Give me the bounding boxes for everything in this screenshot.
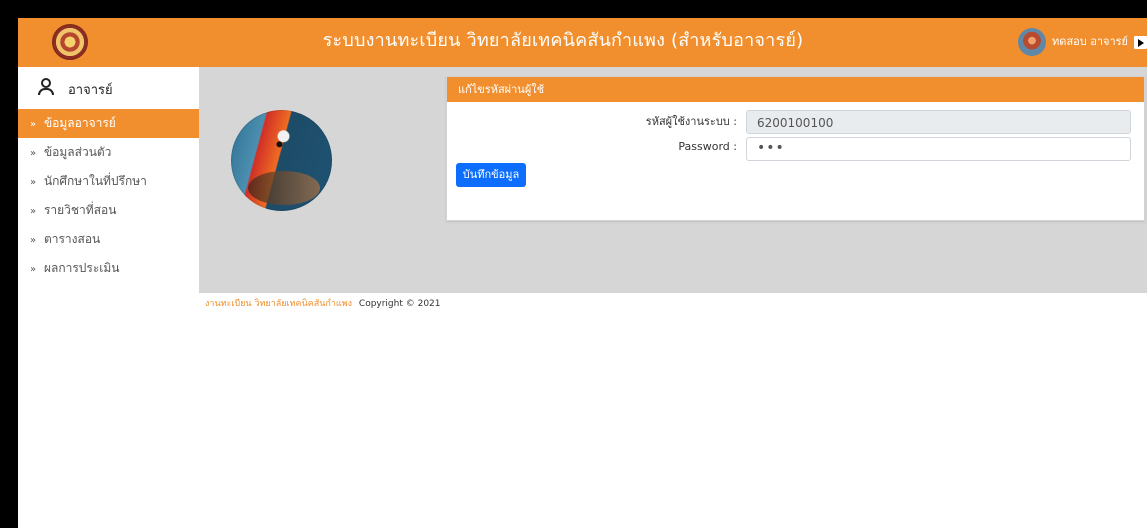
user-icon	[38, 77, 54, 95]
sidebar: อาจารย์ » ข้อมูลอาจารย์ » ข้อมูลส่วนตัว …	[18, 67, 199, 528]
sidebar-item-label: ข้อมูลส่วนตัว	[43, 145, 112, 159]
screen-left-border	[0, 0, 18, 528]
user-avatar-icon[interactable]	[1018, 28, 1047, 56]
user-menu[interactable]: ทดสอบ อาจารย์	[1018, 27, 1147, 57]
save-button[interactable]: บันทึกข้อมูล	[456, 163, 526, 187]
logout-icon[interactable]	[1134, 35, 1147, 49]
sidebar-item-label: ตารางสอน	[43, 232, 101, 246]
footer-copyright: Copyright © 2021	[358, 299, 441, 309]
chevron-right-icon: »	[30, 148, 37, 159]
sidebar-item-evaluation[interactable]: » ผลการประเมิน	[18, 254, 199, 283]
photo-perch-detail	[248, 171, 320, 205]
card-title: แก้ไขรหัสผ่านผู้ใช้	[447, 77, 1144, 102]
college-seal-icon	[52, 24, 88, 60]
sidebar-title: อาจารย์	[68, 83, 113, 98]
footer-link[interactable]: งานทะเบียน วิทยาลัยเทคนิคสันกำแพง	[205, 299, 352, 309]
password-label: Password :	[678, 140, 737, 153]
screen-top-border	[0, 0, 1147, 18]
app-window: ระบบงานทะเบียน วิทยาลัยเทคนิคสันกำแพง (ส…	[18, 18, 1147, 528]
sidebar-item-label: ผลการประเมิน	[43, 261, 120, 275]
sidebar-item-teacher-info[interactable]: » ข้อมูลอาจารย์	[18, 109, 199, 138]
app-title: ระบบงานทะเบียน วิทยาลัยเทคนิคสันกำแพง (ส…	[322, 30, 804, 51]
password-card: แก้ไขรหัสผ่านผู้ใช้ รหัสผู้ใช้งานระบบ : …	[446, 76, 1145, 221]
sidebar-item-schedule[interactable]: » ตารางสอน	[18, 225, 199, 254]
sidebar-item-label: รายวิชาที่สอน	[43, 203, 117, 217]
sidebar-item-courses[interactable]: » รายวิชาที่สอน	[18, 196, 199, 225]
top-navigation-bar: ระบบงานทะเบียน วิทยาลัยเทคนิคสันกำแพง (ส…	[18, 18, 1147, 67]
user-name[interactable]: ทดสอบ อาจารย์	[1052, 35, 1128, 49]
username-label: รหัสผู้ใช้งานระบบ :	[645, 115, 737, 128]
sidebar-item-advisee-students[interactable]: » นักศึกษาในที่ปรึกษา	[18, 167, 199, 196]
chevron-right-icon: »	[30, 119, 37, 130]
chevron-right-icon: »	[30, 206, 37, 217]
sidebar-item-label: นักศึกษาในที่ปรึกษา	[43, 174, 147, 188]
sidebar-item-personal-info[interactable]: » ข้อมูลส่วนตัว	[18, 138, 199, 167]
chevron-right-icon: »	[30, 235, 37, 246]
chevron-right-icon: »	[30, 177, 37, 188]
footer: งานทะเบียน วิทยาลัยเทคนิคสันกำแพง Copyri…	[205, 298, 441, 310]
sidebar-header: อาจารย์	[18, 67, 199, 107]
chevron-right-icon: »	[30, 264, 37, 275]
sidebar-item-label: ข้อมูลอาจารย์	[43, 116, 116, 130]
username-field[interactable]: 6200100100	[746, 110, 1131, 134]
password-field[interactable]: •••	[746, 137, 1131, 161]
